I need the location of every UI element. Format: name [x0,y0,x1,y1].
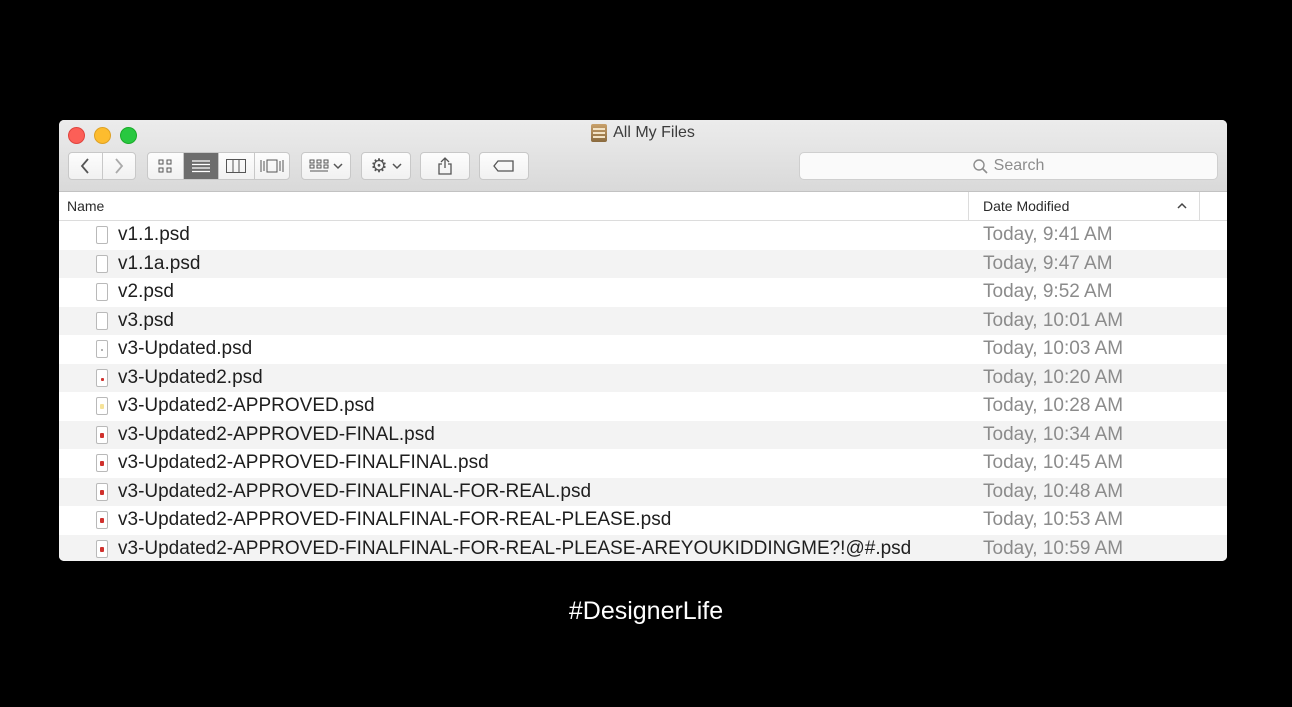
file-date-modified: Today, 10:01 AM [983,309,1124,331]
search-field[interactable]: Search [799,152,1218,180]
file-row[interactable]: v3-Updated2-APPROVED-FINAL.psd Today, 10:… [59,420,1227,449]
file-name: v3-Updated.psd [118,338,253,359]
file-row[interactable]: v3.psd Today, 10:01 AM [59,306,1227,335]
file-date-modified: Today, 9:47 AM [983,252,1113,274]
psd-file-icon [96,539,108,558]
tag-button[interactable] [479,152,529,180]
finder-window: All My Files ⚙ Search Name Date Modified… [59,120,1227,561]
file-name: v3-Updated2-APPROVED-FINAL.psd [118,423,435,445]
file-date-modified: Today, 9:52 AM [983,281,1113,302]
file-row[interactable]: v3-Updated.psd Today, 10:03 AM [59,335,1227,364]
name-column-header[interactable]: Name [67,198,104,214]
file-icon-mark [100,461,104,466]
file-date-modified: Today, 10:34 AM [983,423,1124,445]
psd-file-icon [96,454,108,472]
psd-file-icon [96,425,108,444]
file-name: v1.1.psd [118,224,190,245]
file-date-modified: Today, 10:28 AM [983,395,1124,416]
column-header: Name Date Modified [59,192,1227,221]
file-icon-mark [101,377,104,381]
file-row[interactable]: v3-Updated2-APPROVED-FINALFINAL-FOR-REAL… [59,506,1227,535]
tag-icon [493,160,514,172]
forward-button[interactable] [103,153,136,179]
sort-ascending-icon [1177,202,1187,209]
file-date-modified: Today, 10:20 AM [983,366,1124,388]
psd-file-icon [96,482,108,501]
file-row[interactable]: v3-Updated2-APPROVED-FINALFINAL-FOR-REAL… [59,534,1227,561]
file-date-modified: Today, 9:41 AM [983,224,1113,245]
share-button[interactable] [420,152,470,180]
chevron-right-icon [115,158,123,174]
search-icon [972,158,988,174]
file-icon-mark [100,432,104,438]
file-row[interactable]: v3-Updated2-APPROVED-FINALFINAL.psd Today… [59,449,1227,478]
share-icon [438,157,452,175]
file-name: v3-Updated2.psd [118,366,263,388]
date-column-label: Date Modified [983,198,1070,214]
toolbar: ⚙ Search [68,152,1218,182]
back-button[interactable] [69,153,103,179]
search-placeholder: Search [993,157,1045,174]
file-name: v1.1a.psd [118,252,201,274]
file-date-modified: Today, 10:45 AM [983,452,1124,473]
window-title-area: All My Files [59,124,1227,142]
icon-view-button[interactable] [148,153,184,179]
psd-file-icon [96,226,108,244]
file-row[interactable]: v3-Updated2.psd Today, 10:20 AM [59,363,1227,392]
cover-flow-button[interactable] [255,153,290,179]
file-row[interactable]: v1.1a.psd Today, 9:47 AM [59,249,1227,278]
file-icon-mark [100,546,104,552]
file-list: v1.1.psd Today, 9:41 AM v1.1a.psd Today, 9:… [59,221,1227,561]
file-name: v3-Updated2-APPROVED-FINALFINAL.psd [118,452,489,473]
psd-file-icon [96,397,108,415]
cover-flow-icon [260,159,284,173]
psd-file-icon [96,311,108,330]
chevron-left-icon [81,158,89,174]
file-date-modified: Today, 10:03 AM [983,338,1124,359]
file-icon-mark [100,518,104,523]
file-row[interactable]: v1.1.psd Today, 9:41 AM [59,221,1227,250]
icon-view-icon [158,159,172,173]
action-button[interactable]: ⚙ [361,152,411,180]
arrange-button[interactable] [301,152,351,180]
column-view-button[interactable] [219,153,255,179]
view-mode-control [147,152,290,180]
psd-file-icon [96,283,108,301]
nav-buttons [68,152,136,180]
file-row[interactable]: v2.psd Today, 9:52 AM [59,278,1227,307]
file-date-modified: Today, 10:53 AM [983,509,1124,530]
file-date-modified: Today, 10:48 AM [983,480,1124,502]
psd-file-icon [96,254,108,273]
window-title: All My Files [613,124,695,141]
file-icon-mark [100,404,104,409]
date-column-header[interactable]: Date Modified [968,192,1200,220]
file-row[interactable]: v3-Updated2-APPROVED-FINALFINAL-FOR-REAL… [59,477,1227,506]
file-name: v3.psd [118,309,174,331]
column-view-icon [226,159,247,173]
file-name: v3-Updated2-APPROVED-FINALFINAL-FOR-REAL… [118,509,672,530]
file-name: v3-Updated2-APPROVED-FINALFINAL-FOR-REAL… [118,537,912,559]
all-my-files-icon [591,124,608,142]
chevron-down-icon [391,163,402,170]
file-name: v3-Updated2-APPROVED.psd [118,395,375,416]
list-view-button[interactable] [183,153,219,179]
file-icon-mark [100,489,104,495]
psd-file-icon [96,511,108,529]
list-view-icon [191,160,210,173]
psd-file-icon [96,368,108,387]
file-name: v2.psd [118,281,174,302]
file-row[interactable]: v3-Updated2-APPROVED.psd Today, 10:28 AM [59,392,1227,421]
psd-file-icon [96,340,108,358]
chevron-down-icon [333,163,343,170]
caption: #DesignerLife [568,597,724,625]
titlebar: All My Files ⚙ Search [59,120,1227,192]
file-icon-mark [101,349,103,351]
arrange-grid-icon [309,159,329,172]
file-date-modified: Today, 10:59 AM [983,537,1124,559]
file-name: v3-Updated2-APPROVED-FINALFINAL-FOR-REAL… [118,480,592,502]
gear-icon: ⚙ [370,155,388,177]
